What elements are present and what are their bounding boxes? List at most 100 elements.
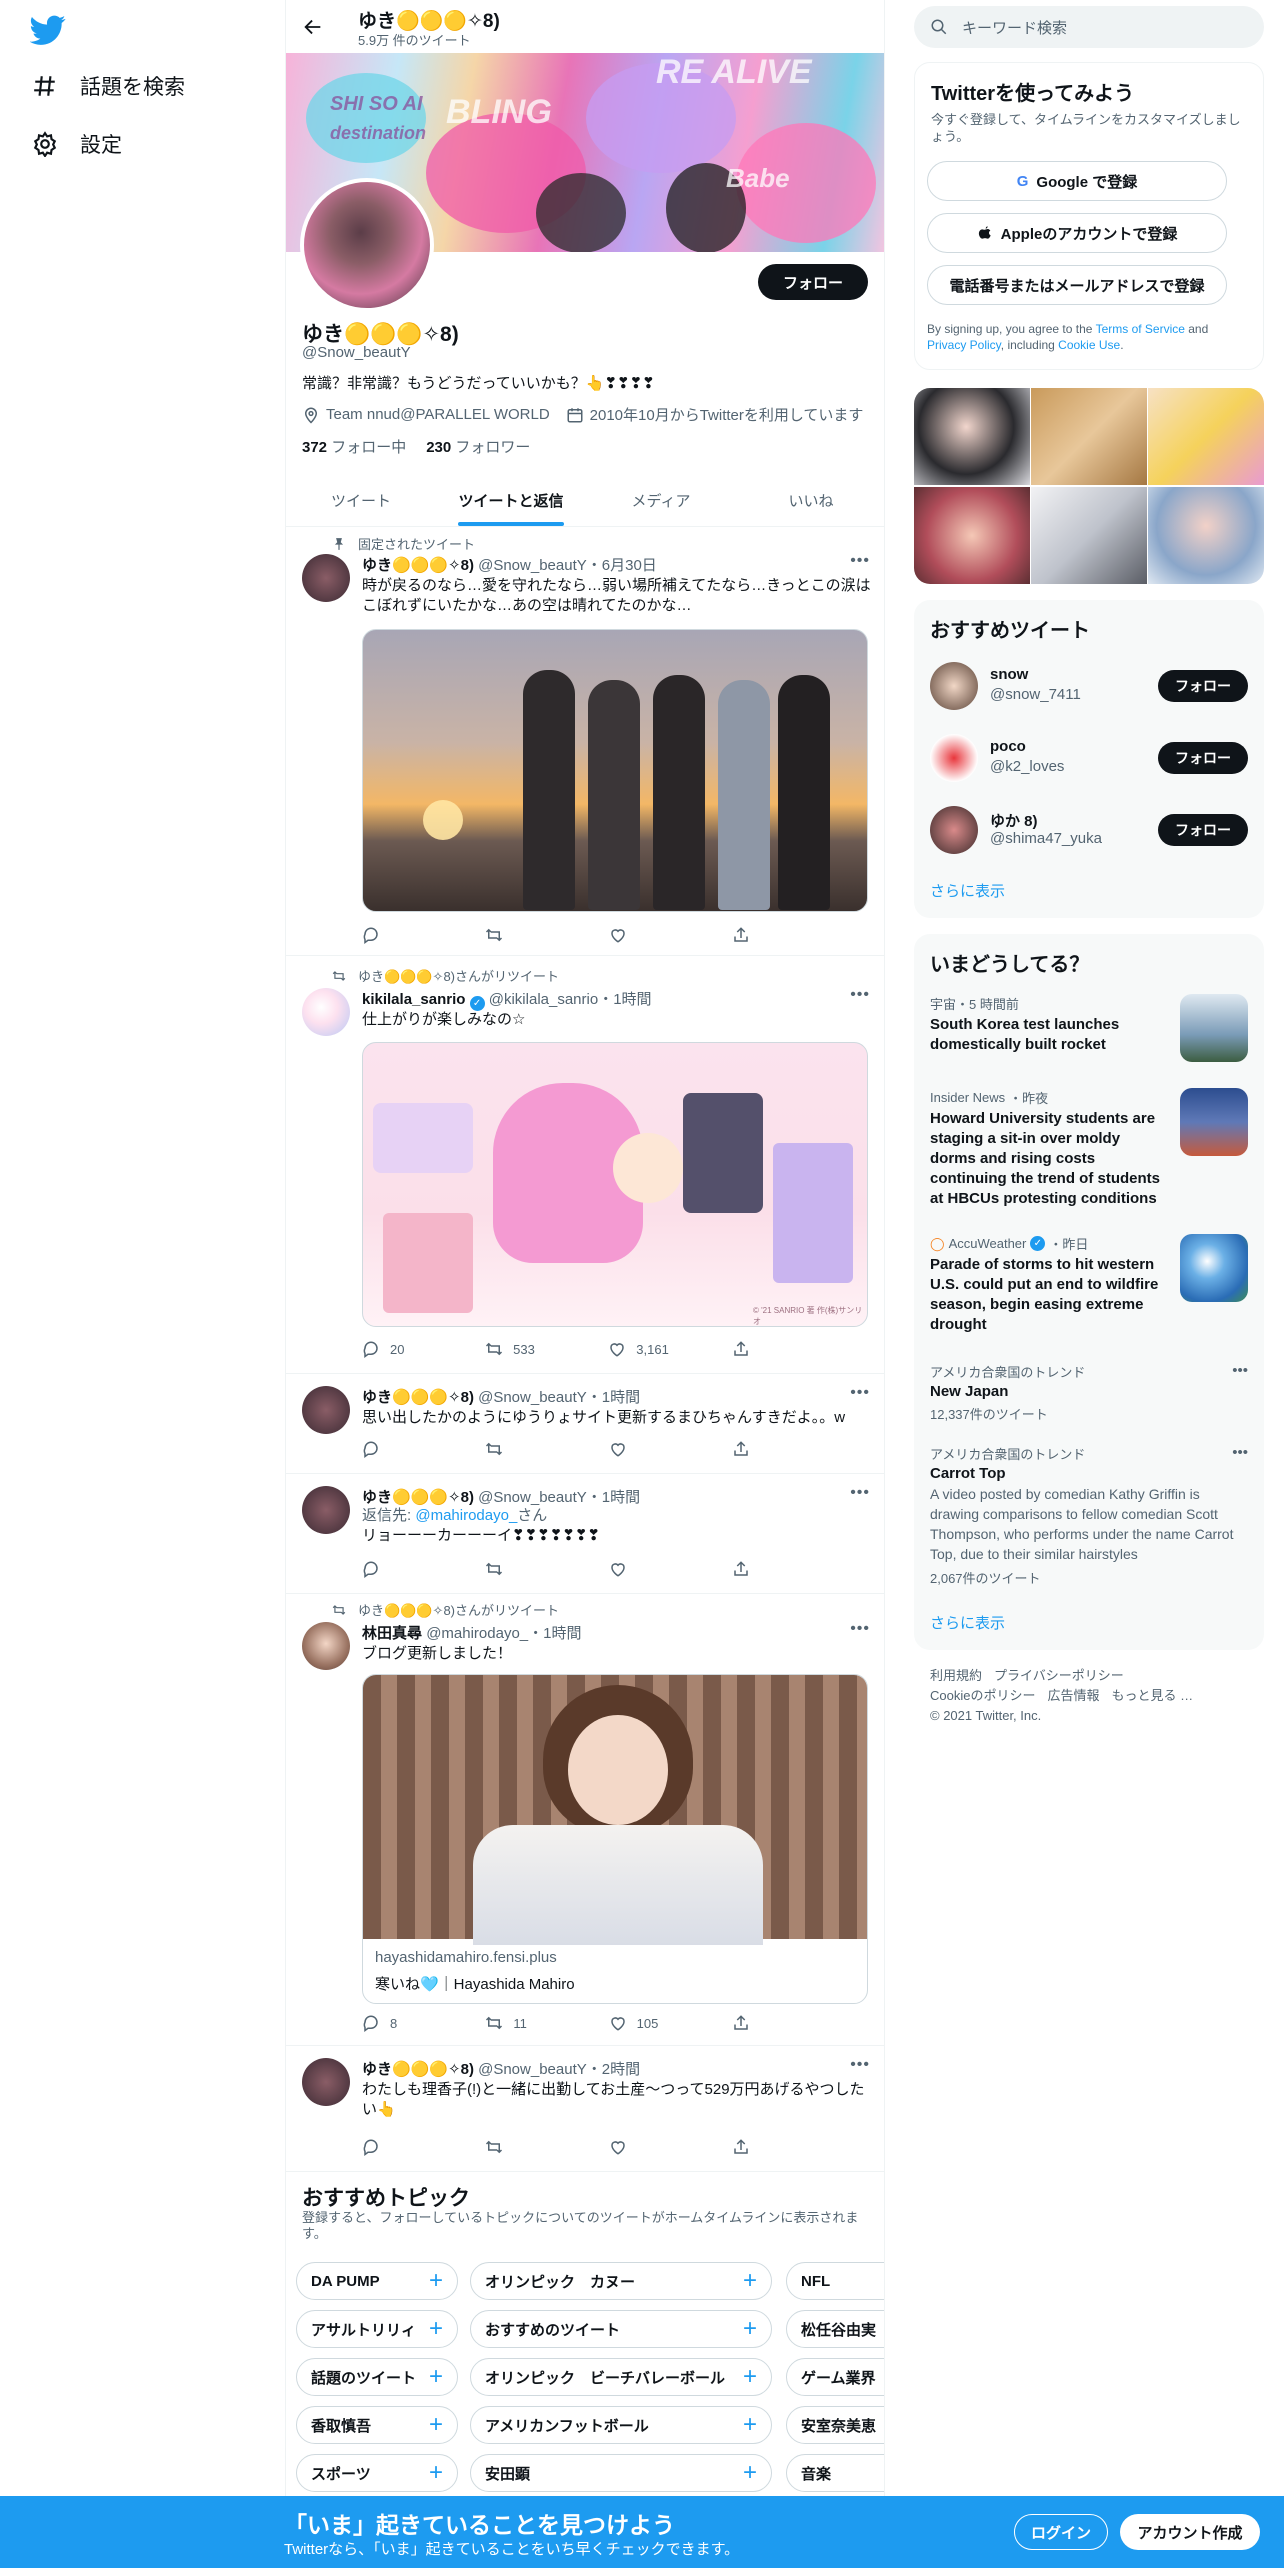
media-thumb[interactable]: [914, 487, 1030, 584]
reply-button[interactable]: [362, 1440, 422, 1458]
tweet-author-name[interactable]: ゆき🟡🟡🟡✧8): [362, 1389, 474, 1406]
retweet-button[interactable]: [485, 1560, 545, 1578]
tab-likes[interactable]: いいね: [736, 474, 884, 526]
footer-terms-link[interactable]: 利用規約: [930, 1668, 982, 1683]
phone-signup-button[interactable]: 電話番号またはメールアドレスで登録: [927, 265, 1227, 305]
more-options-icon[interactable]: •••: [850, 1384, 870, 1402]
reply-button[interactable]: [362, 2138, 422, 2156]
plus-icon[interactable]: +: [743, 2365, 757, 2389]
privacy-link[interactable]: Privacy Policy: [927, 338, 1001, 352]
media-thumb[interactable]: [1148, 388, 1264, 485]
tweet-author-handle[interactable]: @Snow_beautY: [478, 2061, 587, 2078]
tweet[interactable]: ゆき🟡🟡🟡✧8) @Snow_beautY・2時間 ••• わたしも理香子(!)…: [286, 2046, 884, 2172]
trend-item[interactable]: アメリカ合衆国のトレンド New Japan 12,337件のツイート •••: [930, 1362, 1248, 1423]
tweet[interactable]: ゆき🟡🟡🟡✧8) @Snow_beautY・1時間 ••• 思い出したかのように…: [286, 1374, 884, 1474]
media-thumb[interactable]: [1031, 388, 1147, 485]
topic-chip[interactable]: アメリカンフットボール +: [470, 2406, 772, 2444]
tweet-author-handle[interactable]: @Snow_beautY: [478, 1489, 587, 1506]
follow-button[interactable]: フォロー: [1158, 670, 1248, 702]
topic-chip[interactable]: 話題のツイート +: [296, 2358, 458, 2396]
tweet-time[interactable]: 1時間: [602, 1489, 640, 1506]
nav-explore[interactable]: 話題を検索: [32, 66, 185, 106]
login-button[interactable]: ログイン: [1014, 2514, 1108, 2550]
tweet[interactable]: ゆき🟡🟡🟡✧8)さんがリツイート 林田真尋 @mahirodayo_・1時間 •…: [286, 1594, 884, 2046]
avatar[interactable]: [930, 806, 978, 854]
media-thumb[interactable]: [1031, 487, 1147, 584]
retweet-button[interactable]: 11: [485, 2014, 545, 2032]
reply-button[interactable]: [362, 926, 422, 944]
topic-chip[interactable]: スポーツ +: [296, 2454, 458, 2492]
more-options-icon[interactable]: •••: [850, 2056, 870, 2074]
tweet-author-name[interactable]: ゆき🟡🟡🟡✧8): [362, 557, 474, 574]
topic-chip[interactable]: 安室奈美恵: [786, 2406, 884, 2444]
share-button[interactable]: [732, 926, 792, 944]
tweet[interactable]: ゆき🟡🟡🟡✧8)さんがリツイート kikilala_sanrio ✓ @kiki…: [286, 956, 884, 1374]
plus-icon[interactable]: +: [429, 2413, 443, 2437]
apple-signup-button[interactable]: Appleのアカウントで登録: [927, 213, 1227, 253]
retweet-button[interactable]: [485, 2138, 545, 2156]
avatar[interactable]: [302, 1622, 350, 1670]
share-button[interactable]: [732, 1440, 792, 1458]
recommended-user[interactable]: ゆか 8) @shima47_yuka フォロー: [930, 802, 1248, 858]
avatar[interactable]: [302, 554, 350, 602]
more-options-icon[interactable]: •••: [1232, 1444, 1248, 1461]
tweet-author-name[interactable]: kikilala_sanrio: [362, 991, 465, 1008]
twitter-bird-icon[interactable]: [30, 12, 66, 48]
show-more-link[interactable]: さらに表示: [930, 1612, 1005, 1633]
tweet-image[interactable]: [362, 629, 868, 912]
tweet-author-name[interactable]: 林田真尋: [362, 1625, 422, 1642]
tweet-author-handle[interactable]: @Snow_beautY: [478, 557, 587, 574]
news-item[interactable]: ◯ AccuWeather ✓ ・昨日 Parade of storms to hit…: [930, 1234, 1248, 1344]
topic-chip[interactable]: DA PUMP +: [296, 2262, 458, 2300]
like-button[interactable]: [609, 1440, 669, 1458]
avatar[interactable]: [302, 1486, 350, 1534]
share-button[interactable]: [732, 1560, 792, 1578]
retweet-button[interactable]: [485, 926, 545, 944]
topic-chip[interactable]: アサルトリリィ +: [296, 2310, 458, 2348]
follow-button[interactable]: フォロー: [1158, 814, 1248, 846]
link-card[interactable]: hayashidamahiro.fensi.plus 寒いね🩵｜Hayashid…: [362, 1674, 868, 2004]
trend-item[interactable]: アメリカ合衆国のトレンド Carrot Top A video posted b…: [930, 1444, 1248, 1587]
retweet-button[interactable]: [485, 1440, 545, 1458]
more-options-icon[interactable]: •••: [1232, 1362, 1248, 1379]
topic-chip[interactable]: 松任谷由実: [786, 2310, 884, 2348]
like-button[interactable]: [609, 926, 669, 944]
google-signup-button[interactable]: G Google で登録: [927, 161, 1227, 201]
search-input[interactable]: キーワード検索: [914, 6, 1264, 48]
share-button[interactable]: [732, 1340, 792, 1358]
avatar[interactable]: [930, 662, 978, 710]
plus-icon[interactable]: +: [743, 2269, 757, 2293]
topic-chip[interactable]: オリンピック ビーチバレーボール +: [470, 2358, 772, 2396]
footer-ads-link[interactable]: 広告情報: [1047, 1688, 1099, 1703]
signup-button[interactable]: アカウント作成: [1120, 2514, 1260, 2550]
retweet-button[interactable]: 533: [485, 1340, 545, 1358]
tweet-author-handle[interactable]: @Snow_beautY: [478, 1389, 587, 1406]
media-thumb[interactable]: [914, 388, 1030, 485]
nav-settings[interactable]: 設定: [32, 124, 122, 164]
terms-link[interactable]: Terms of Service: [1096, 322, 1185, 336]
topic-chip[interactable]: 音楽: [786, 2454, 884, 2492]
back-arrow-icon[interactable]: [302, 16, 324, 38]
reply-button[interactable]: 20: [362, 1340, 422, 1358]
tweet-author-name[interactable]: ゆき🟡🟡🟡✧8): [362, 1489, 474, 1506]
tweet-time[interactable]: 1時間: [602, 1389, 640, 1406]
tweet-image[interactable]: © '21 SANRIO 著 作(株)サンリオ: [362, 1042, 868, 1327]
tab-tweets[interactable]: ツイート: [286, 474, 436, 526]
follow-button[interactable]: フォロー: [758, 264, 868, 300]
reply-button[interactable]: 8: [362, 2014, 422, 2032]
avatar[interactable]: [930, 734, 978, 782]
news-item[interactable]: 宇宙・5 時間前 South Korea test launches domes…: [930, 994, 1248, 1074]
topic-chip[interactable]: NFL: [786, 2262, 884, 2300]
plus-icon[interactable]: +: [743, 2317, 757, 2341]
profile-avatar[interactable]: [300, 178, 434, 312]
recommended-user[interactable]: poco @k2_loves フォロー: [930, 730, 1248, 786]
plus-icon[interactable]: +: [429, 2461, 443, 2485]
cookie-link[interactable]: Cookie Use: [1058, 338, 1120, 352]
plus-icon[interactable]: +: [743, 2461, 757, 2485]
topic-chip[interactable]: 安田顕 +: [470, 2454, 772, 2492]
like-button[interactable]: 105: [609, 2014, 669, 2032]
like-button[interactable]: [609, 2138, 669, 2156]
like-button[interactable]: [609, 1560, 669, 1578]
topic-chip[interactable]: おすすめのツイート +: [470, 2310, 772, 2348]
tweet-time[interactable]: 1時間: [613, 991, 651, 1008]
